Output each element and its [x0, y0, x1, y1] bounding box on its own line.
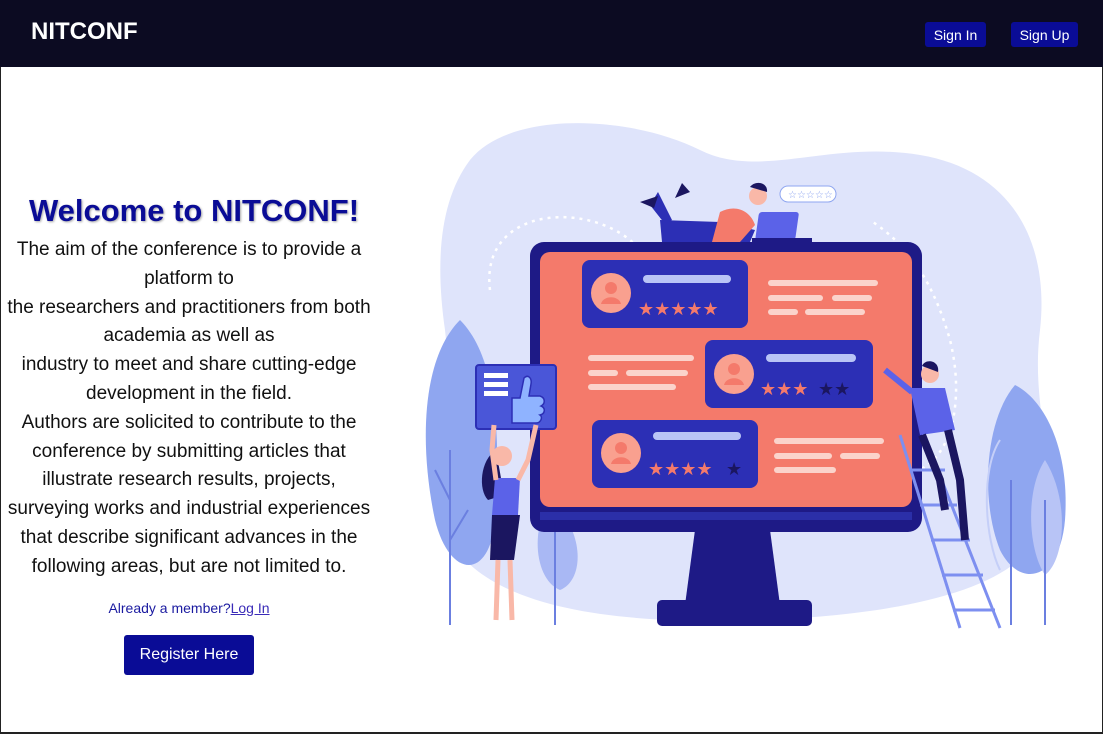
description-line: the researchers and practitioners from b…	[7, 296, 371, 347]
login-link[interactable]: Log In	[231, 600, 270, 616]
plant-icon	[985, 385, 1066, 625]
member-prompt-text: Already a member?	[108, 599, 231, 616]
member-prompt: Already a member?Log In	[0, 598, 378, 618]
star-icon: ★★★	[760, 379, 808, 399]
sign-in-button[interactable]: Sign In	[925, 22, 986, 47]
star-icon: ★★	[818, 379, 850, 399]
svg-text:★★★★★: ★★★★★	[638, 299, 719, 319]
register-button[interactable]: Register Here	[124, 634, 254, 675]
top-navbar: NITCONF Sign In Sign Up	[0, 0, 1103, 67]
star-icon: ☆☆☆☆☆	[788, 190, 833, 201]
review-card-icon: ★★★ ★★	[705, 340, 873, 408]
description-line: Authors are solicited to contribute to t…	[7, 411, 371, 577]
thumbs-up-icon	[475, 364, 557, 430]
star-icon: ★★★★★	[638, 299, 719, 319]
hero-text-section: Welcome to NITCONF! The aim of the confe…	[0, 186, 378, 675]
review-card-icon: ★★★★ ★	[592, 420, 758, 488]
description-line: The aim of the conference is to provide …	[16, 239, 362, 289]
review-card-icon: ★★★★★	[582, 260, 748, 328]
star-icon: ★★★★	[648, 459, 713, 479]
conference-reviews-illustration: ★★★★★ ★★★ ★★ ★★★★ ★ ☆☆☆☆☆	[425, 123, 1066, 629]
conference-description: The aim of the conference is to provide …	[0, 236, 378, 582]
star-icon: ★	[726, 459, 742, 479]
welcome-heading: Welcome to NITCONF!	[28, 193, 360, 228]
brand-logo[interactable]: NITCONF	[31, 18, 138, 46]
description-line: industry to meet and share cutting-edge …	[21, 354, 357, 404]
sign-up-button[interactable]: Sign Up	[1011, 22, 1078, 47]
